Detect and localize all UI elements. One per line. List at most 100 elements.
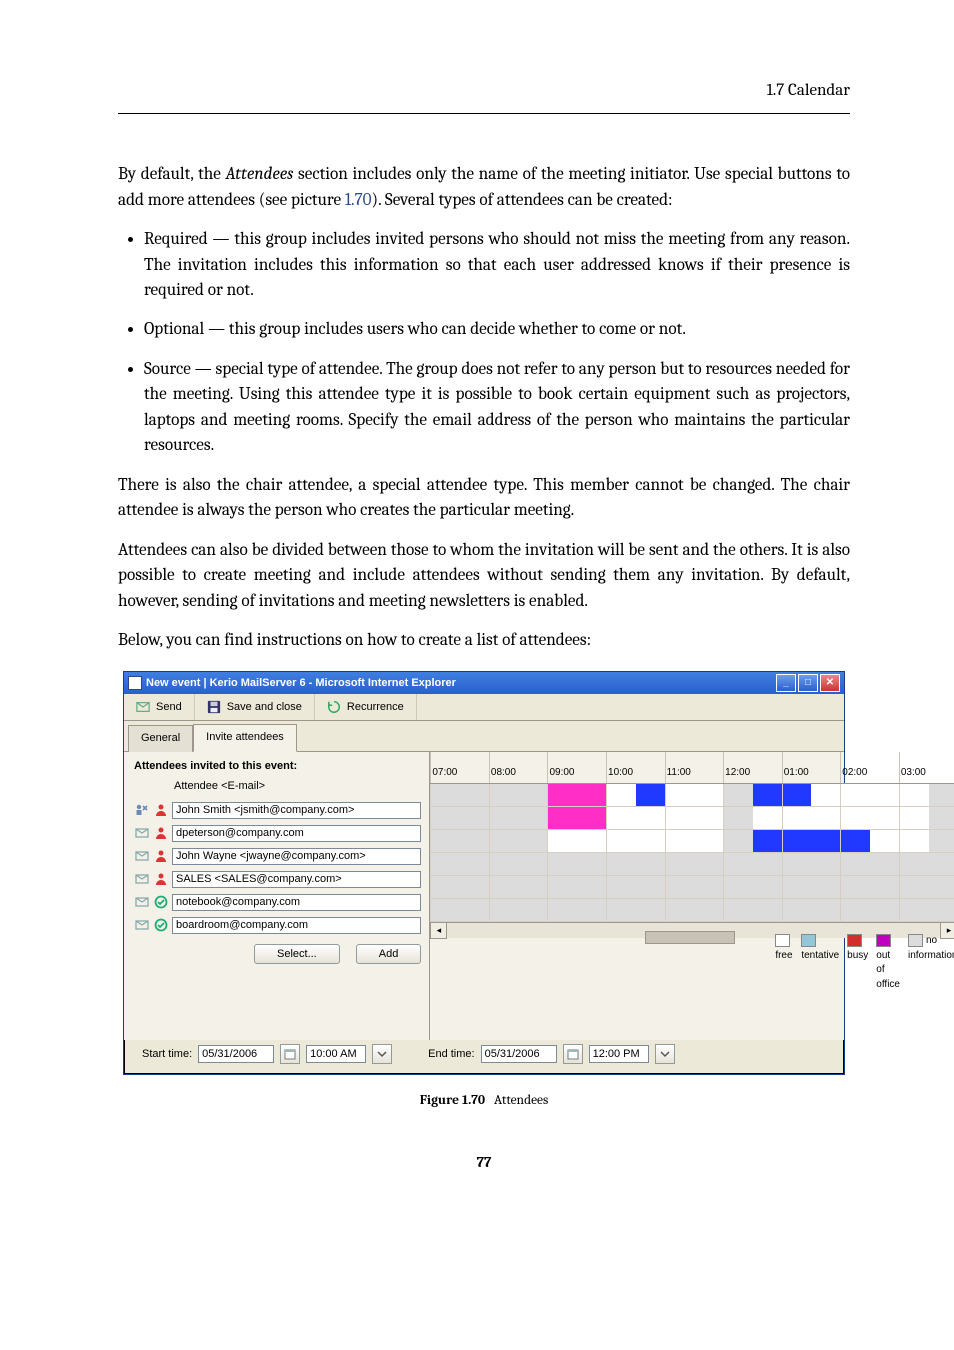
freebusy-header: 07:0008:0009:0010:0011:0012:0001:0002:00… [430,752,954,784]
scroll-left-button[interactable]: ◂ [430,922,447,939]
freebusy-cell [665,853,724,875]
freebusy-cell [782,807,841,829]
envelope-icon[interactable] [134,917,150,933]
freebusy-hour-label: 08:00 [489,752,548,783]
person-icon[interactable] [153,848,169,864]
freebusy-cell [430,784,489,806]
freebusy-cell [840,853,899,875]
freebusy-row [430,784,954,807]
toolbar-label: Send [156,699,182,715]
recurrence-button[interactable]: Recurrence [315,694,417,720]
end-time-dropdown-button[interactable] [655,1044,675,1064]
calendar-icon [567,1048,579,1060]
body-intro: By default, the Attendees section includ… [118,162,850,213]
person-icon[interactable] [153,802,169,818]
tab-general[interactable]: General [128,725,193,751]
freebusy-cell [665,876,724,898]
figure-caption: Figure 1.70 Attendees [118,1091,850,1111]
freebusy-cell [665,784,724,806]
attendee-email-input[interactable] [172,802,421,819]
freebusy-cell [782,899,841,921]
freebusy-cell [489,853,548,875]
figure-caption-text: Attendees [494,1093,548,1108]
freebusy-cell [489,830,548,852]
tab-invite-attendees[interactable]: Invite attendees [193,724,297,751]
attendee-email-input[interactable] [172,894,421,911]
window-title: New event | Kerio MailServer 6 - Microso… [146,675,776,691]
select-attendee-button[interactable]: Select... [254,944,340,964]
freebusy-cell [547,853,606,875]
swatch-tentative [801,934,816,947]
envelope-icon[interactable] [134,825,150,841]
resource-icon[interactable] [153,917,169,933]
chevron-down-icon [659,1048,671,1060]
freebusy-cell [899,830,954,852]
end-date-picker-button[interactable] [563,1044,583,1064]
freebusy-cell [899,784,954,806]
freebusy-cell [430,853,489,875]
freebusy-cell [430,876,489,898]
list-item: Source — special type of attendee. The g… [144,357,850,459]
chair-icon[interactable] [134,802,150,818]
body-paragraph: There is also the chair attendee, a spec… [118,473,850,524]
window-close-button[interactable]: ✕ [820,674,840,692]
freebusy-cell [723,876,782,898]
attendee-row [134,892,421,912]
person-icon[interactable] [153,825,169,841]
freebusy-cell [547,899,606,921]
freebusy-hour-label: 07:00 [430,752,489,783]
freebusy-cell [489,899,548,921]
attendees-subheader: Attendee <E-mail> [174,778,421,794]
resource-icon[interactable] [153,894,169,910]
recurrence-icon [327,700,341,714]
start-date-input[interactable] [198,1045,274,1063]
calendar-icon [284,1048,296,1060]
end-time-input[interactable] [589,1045,649,1063]
swatch-out-of-office [876,934,891,947]
send-button[interactable]: Send [124,694,195,720]
start-time-dropdown-button[interactable] [372,1044,392,1064]
freebusy-hour-label: 02:00 [840,752,899,783]
workarea: Attendees invited to this event: Attende… [124,752,844,1040]
freebusy-cell [840,830,899,852]
envelope-icon[interactable] [134,848,150,864]
freebusy-row [430,830,954,853]
text: ). Several types of attendees can be cre… [372,191,673,210]
freebusy-cell [723,899,782,921]
freebusy-cell [840,784,899,806]
freebusy-cell [430,807,489,829]
attendees-header: Attendees invited to this event: [134,758,421,774]
freebusy-row [430,853,954,876]
window-minimize-button[interactable]: _ [776,674,796,692]
attendee-row [134,915,421,935]
start-time-input[interactable] [306,1045,366,1063]
window-titlebar[interactable]: New event | Kerio MailServer 6 - Microso… [124,672,844,694]
attendee-email-input[interactable] [172,825,421,842]
list-item: Required — this group includes invited p… [144,227,850,303]
swatch-busy [847,934,862,947]
envelope-icon[interactable] [134,871,150,887]
add-attendee-button[interactable]: Add [356,944,422,964]
tab-bar: General Invite attendees [124,721,844,751]
freebusy-cell [899,876,954,898]
freebusy-hour-label: 12:00 [723,752,782,783]
freebusy-cell [547,784,606,806]
end-date-input[interactable] [481,1045,557,1063]
attendee-row [134,846,421,866]
app-icon [128,676,142,690]
envelope-icon[interactable] [134,894,150,910]
attendee-email-input[interactable] [172,917,421,934]
freebusy-row [430,807,954,830]
freebusy-cell [723,784,782,806]
attendee-types-list: Required — this group includes invited p… [118,227,850,459]
attendee-email-input[interactable] [172,848,421,865]
start-date-picker-button[interactable] [280,1044,300,1064]
figure-ref-link[interactable]: 1.70 [345,191,372,210]
attendee-email-input[interactable] [172,871,421,888]
window-maximize-button[interactable]: □ [798,674,818,692]
scroll-thumb[interactable] [645,931,736,944]
text-emphasis: Attendees [226,165,294,184]
save-and-close-button[interactable]: Save and close [195,694,315,720]
person-icon[interactable] [153,871,169,887]
freebusy-cell [782,830,841,852]
